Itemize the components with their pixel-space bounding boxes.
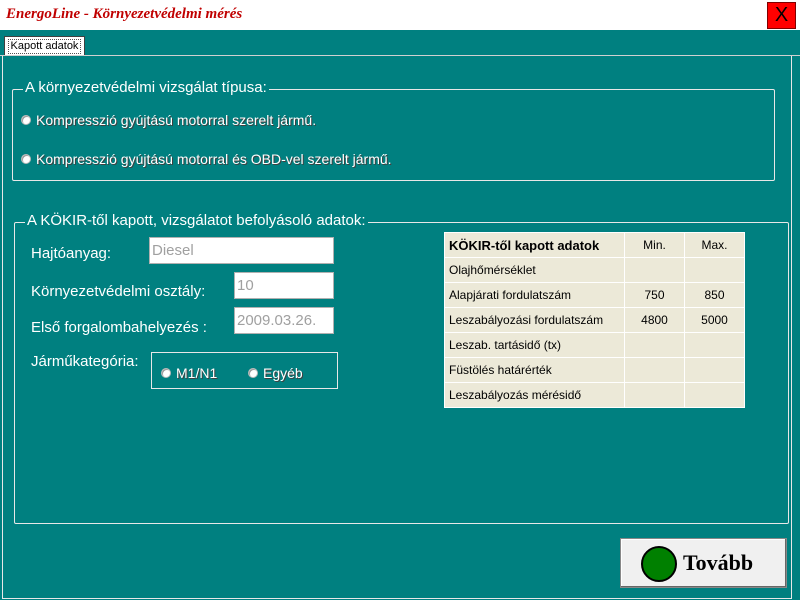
table-header-row: KÖKIR-től kapott adatok Min. Max. (444, 232, 745, 258)
table-cell (624, 357, 685, 383)
test-type-title: A környezetvédelmi vizsgálat típusa: (23, 79, 269, 96)
table-cell: Alapjárati fordulatszám (444, 282, 625, 308)
table-cell: Leszab. tartásidő (tx) (444, 332, 625, 358)
table-header: KÖKIR-től kapott adatok (444, 232, 625, 258)
table-cell: Füstölés határérték (444, 357, 625, 383)
table-cell (684, 257, 745, 283)
category-option-m1n1[interactable]: M1/N1 (161, 365, 217, 381)
table-cell (684, 357, 745, 383)
table-cell (624, 257, 685, 283)
env-class-label: Környezetvédelmi osztály: (31, 283, 206, 300)
first-reg-label: Első forgalombahelyezés : (31, 319, 207, 336)
radio-icon (248, 368, 258, 378)
table-cell: 750 (624, 282, 685, 308)
tab-label: Kapott adatok (7, 39, 82, 54)
next-button[interactable]: Tovább (620, 538, 787, 588)
fuel-field[interactable] (149, 237, 334, 264)
table-row: Füstölés határérték (444, 357, 745, 383)
table-row: Leszabályozási fordulatszám 4800 5000 (444, 307, 745, 333)
radio-icon (21, 115, 31, 125)
radio-icon (21, 154, 31, 164)
radio-icon (161, 368, 171, 378)
table-cell: 4800 (624, 307, 685, 333)
green-circle-icon (641, 546, 677, 582)
table-row: Leszab. tartásidő (tx) (444, 332, 745, 358)
test-type-option-obd[interactable]: Kompresszió gyújtású motorral és OBD-vel… (21, 151, 392, 167)
table-cell: Leszabályozási fordulatszám (444, 307, 625, 333)
first-reg-field[interactable] (234, 307, 334, 334)
test-type-group: A környezetvédelmi vizsgálat típusa: Kom… (12, 79, 775, 181)
table-cell: Leszabályozás mérésidő (444, 382, 625, 408)
tab-strip: Kapott adatok (0, 30, 800, 56)
table-cell: 5000 (684, 307, 745, 333)
category-radio-group: M1/N1 Egyéb (151, 352, 338, 389)
kokir-title: A KÖKIR-től kapott, vizsgálatot befolyás… (25, 212, 368, 229)
table-row: Leszabályozás mérésidő (444, 382, 745, 408)
app-title: EnergoLine - Környezetvédelmi mérés (6, 6, 243, 22)
category-label: Járműkategória: (31, 353, 139, 370)
table-row: Olajhőmérséklet (444, 257, 745, 283)
radio-label: Egyéb (263, 365, 303, 381)
radio-label: Kompresszió gyújtású motorral szerelt já… (36, 112, 317, 128)
table-header: Max. (684, 232, 745, 258)
table-cell (684, 382, 745, 408)
table-cell (624, 382, 685, 408)
table-cell (624, 332, 685, 358)
table-cell: 850 (684, 282, 745, 308)
radio-label: Kompresszió gyújtású motorral és OBD-vel… (36, 151, 392, 167)
fuel-label: Hajtóanyag: (31, 245, 112, 262)
tab-kapott-adatok[interactable]: Kapott adatok (4, 36, 85, 56)
close-button[interactable]: X (767, 2, 796, 29)
title-bar: EnergoLine - Környezetvédelmi mérés X (0, 0, 800, 30)
table-cell (684, 332, 745, 358)
table-header: Min. (624, 232, 685, 258)
kokir-data-table: KÖKIR-től kapott adatok Min. Max. Olajhő… (444, 232, 745, 408)
radio-label: M1/N1 (176, 365, 218, 381)
category-option-other[interactable]: Egyéb (248, 365, 303, 381)
test-type-option-compression[interactable]: Kompresszió gyújtású motorral szerelt já… (21, 112, 316, 128)
env-class-field[interactable] (234, 272, 334, 299)
table-cell: Olajhőmérséklet (444, 257, 625, 283)
table-row: Alapjárati fordulatszám 750 850 (444, 282, 745, 308)
next-button-label: Tovább (683, 550, 754, 575)
